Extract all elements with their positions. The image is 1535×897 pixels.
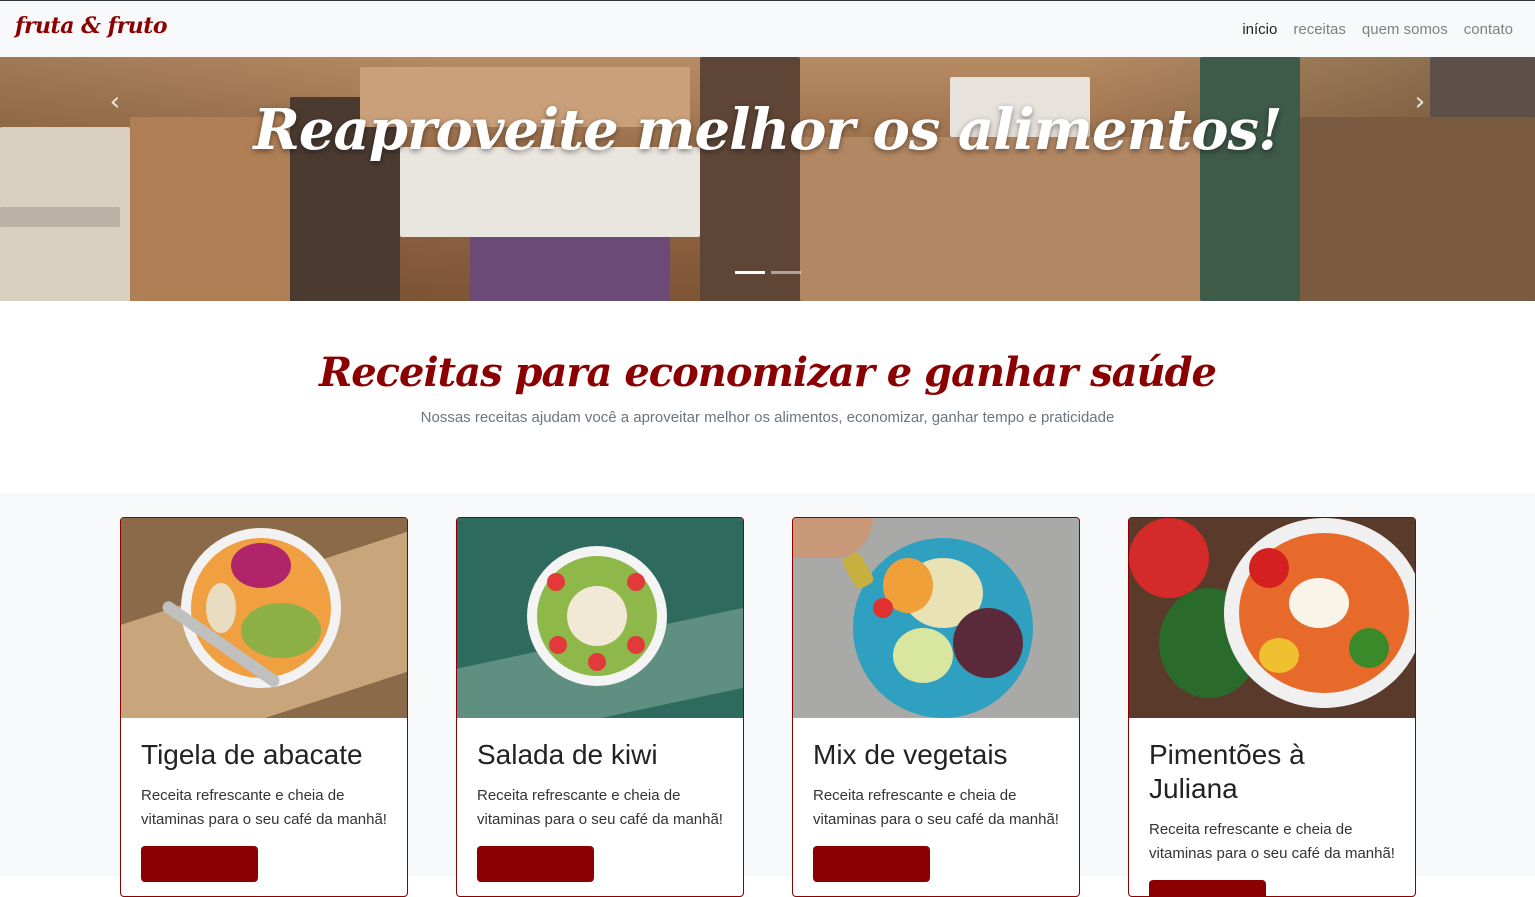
nav-link-inicio[interactable]: início [1242,21,1277,38]
nav-links: início receitas quem somos contato [1242,1,1513,58]
carousel-prev-icon[interactable]: ‹ [100,87,130,117]
carousel-indicator-1[interactable] [735,271,765,274]
carousel-next-icon[interactable]: › [1405,87,1435,117]
nav-link-contato[interactable]: contato [1464,21,1513,38]
carousel-indicators [735,271,801,274]
recipe-image-vegetable-mix [793,518,1079,718]
recipe-card: Salada de kiwi Receita refrescante e che… [456,517,744,897]
recipe-image-avocado-bowl [121,518,407,718]
section-title: Receitas para economizar e ganhar saúde [318,349,1217,396]
recipe-title: Mix de vegetais [813,739,1008,770]
recipe-title: Pimentões à Juliana [1149,739,1305,804]
recipe-button[interactable] [1149,880,1266,896]
hero-carousel: Reaproveite melhor os alimentos! ‹ › [0,57,1535,301]
brand-logo[interactable]: fruta & fruto [15,13,168,39]
recipe-description: Receita refrescante e cheia de vitaminas… [1149,821,1395,862]
navbar: fruta & fruto início receitas quem somos… [0,0,1535,57]
recipes-section: Tigela de abacate Receita refrescante e … [0,493,1535,897]
hero-caption: Reaproveite melhor os alimentos! [253,97,1282,163]
recipe-image-peppers [1129,518,1415,718]
recipe-title: Tigela de abacate [141,739,363,770]
recipe-image-kiwi-salad [457,518,743,718]
recipe-title: Salada de kiwi [477,739,658,770]
recipe-description: Receita refrescante e cheia de vitaminas… [813,787,1059,828]
recipe-card: Tigela de abacate Receita refrescante e … [120,517,408,897]
recipe-description: Receita refrescante e cheia de vitaminas… [477,787,723,828]
recipe-description: Receita refrescante e cheia de vitaminas… [141,787,387,828]
recipe-card: Mix de vegetais Receita refrescante e ch… [792,517,1080,897]
carousel-indicator-2[interactable] [771,271,801,274]
nav-link-receitas[interactable]: receitas [1293,21,1346,38]
recipe-button[interactable] [477,846,594,882]
nav-link-quem-somos[interactable]: quem somos [1362,21,1448,38]
recipe-card: Pimentões à Juliana Receita refrescante … [1128,517,1416,897]
recipe-button[interactable] [141,846,258,882]
intro-section: Receitas para economizar e ganhar saúde … [0,301,1535,493]
recipe-button[interactable] [813,846,930,882]
section-subtitle: Nossas receitas ajudam você a aproveitar… [420,409,1115,426]
